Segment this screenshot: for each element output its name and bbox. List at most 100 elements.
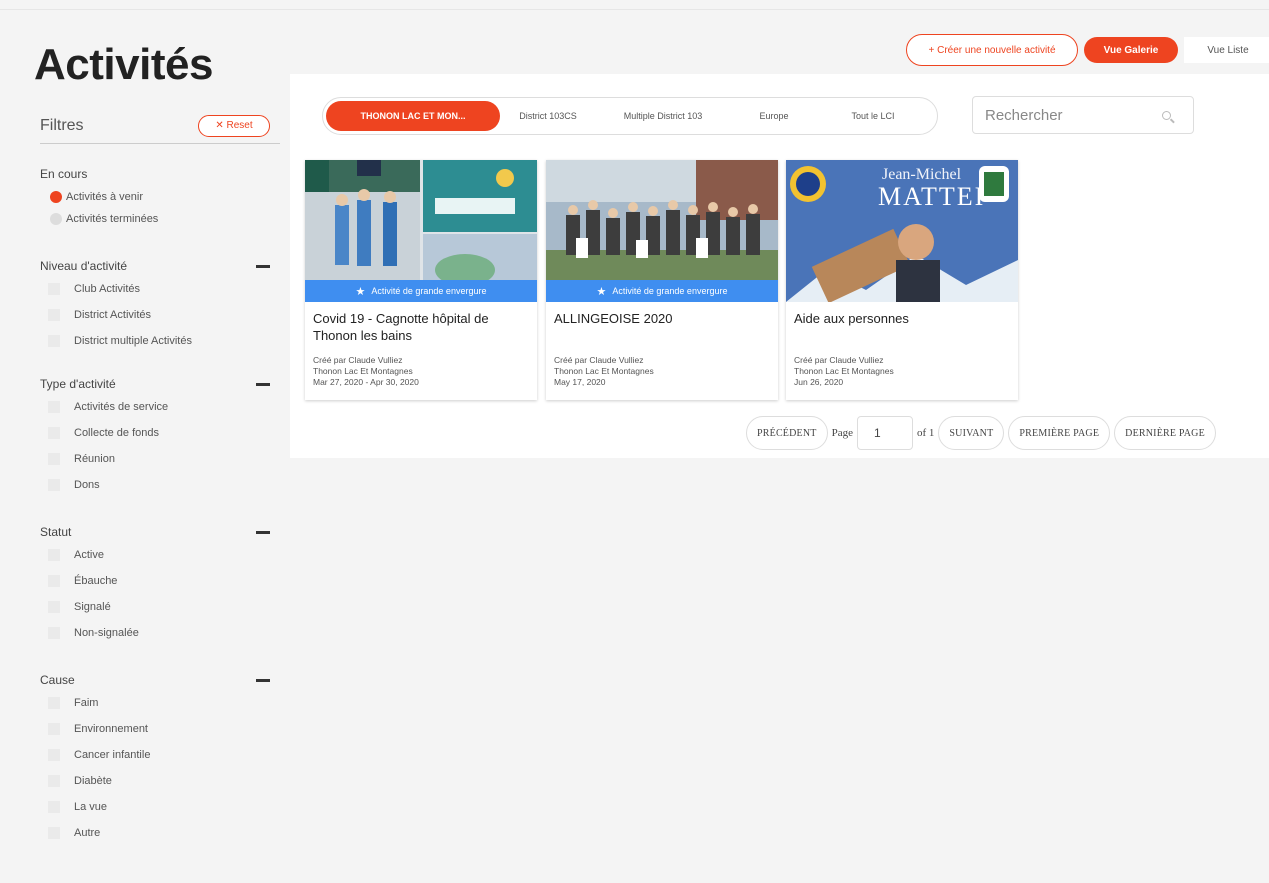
section-title: Cause <box>40 673 75 687</box>
search-box <box>972 96 1194 134</box>
reset-filters-button[interactable]: ✕ Reset <box>198 114 270 137</box>
filter-option[interactable]: Active <box>40 542 280 568</box>
filters-sidebar: Filtres ✕ Reset En cours Activités à ven… <box>40 112 280 846</box>
scope-tab-club[interactable]: THONON LAC ET MON... <box>326 101 500 131</box>
checkbox[interactable] <box>48 335 60 347</box>
filter-option[interactable]: District Activités <box>40 302 280 328</box>
checkbox[interactable] <box>48 309 60 321</box>
filter-section-cause: Cause Faim Environnement Cancer infantil… <box>40 670 280 846</box>
section-title: Niveau d'activité <box>40 259 127 273</box>
collapse-icon[interactable] <box>256 382 270 386</box>
filter-option-finished[interactable]: Activités terminées <box>40 206 280 232</box>
first-page-button[interactable]: PREMIÈRE PAGE <box>1008 416 1111 450</box>
checkbox[interactable] <box>48 549 60 561</box>
card-club: Thonon Lac Et Montagnes <box>313 366 413 376</box>
featured-banner: ★ Activité de grande envergure <box>546 280 778 302</box>
card-meta: Créé par Claude Vulliez Thonon Lac Et Mo… <box>554 355 654 388</box>
checkbox[interactable] <box>48 401 60 413</box>
card-author: Créé par Claude Vulliez <box>794 355 884 365</box>
card-author: Créé par Claude Vulliez <box>313 355 403 365</box>
filter-option[interactable]: Non-signalée <box>40 620 280 646</box>
radio-selected-icon[interactable] <box>50 191 62 203</box>
checkbox[interactable] <box>48 627 60 639</box>
checkbox[interactable] <box>48 283 60 295</box>
filter-option[interactable]: Réunion <box>40 446 280 472</box>
checkbox[interactable] <box>48 479 60 491</box>
last-page-button[interactable]: DERNIÈRE PAGE <box>1114 416 1216 450</box>
filter-option[interactable]: La vue <box>40 794 280 820</box>
filter-section-en-cours: En cours Activités à venir Activités ter… <box>40 164 280 232</box>
page-count-label: of 1 <box>916 427 935 439</box>
browser-top-strip <box>0 0 1269 10</box>
filters-header: Filtres ✕ Reset <box>40 112 280 144</box>
card-meta: Créé par Claude Vulliez Thonon Lac Et Mo… <box>794 355 894 388</box>
pagination: PRÉCÉDENT Page of 1 SUIVANT PREMIÈRE PAG… <box>746 416 1216 450</box>
filters-title: Filtres <box>40 116 84 134</box>
filter-option[interactable]: Collecte de fonds <box>40 420 280 446</box>
checkbox[interactable] <box>48 801 60 813</box>
scope-tab-all-lci[interactable]: Tout le LCI <box>818 101 928 131</box>
checkbox[interactable] <box>48 697 60 709</box>
checkbox[interactable] <box>48 775 60 787</box>
search-input[interactable] <box>985 106 1155 124</box>
filter-section-statut: Statut Active Ébauche Signalé Non-signal… <box>40 522 280 646</box>
card-body: Aide aux personnes <box>786 302 1018 335</box>
radio-icon[interactable] <box>50 213 62 225</box>
filter-option[interactable]: Club Activités <box>40 276 280 302</box>
section-title: En cours <box>40 167 88 181</box>
filter-option[interactable]: Activités de service <box>40 394 280 420</box>
card-author: Créé par Claude Vulliez <box>554 355 644 365</box>
card-meta: Créé par Claude Vulliez Thonon Lac Et Mo… <box>313 355 419 388</box>
previous-page-button[interactable]: PRÉCÉDENT <box>746 416 828 450</box>
filter-option[interactable]: Autre <box>40 820 280 846</box>
gallery-view-button[interactable]: Vue Galerie <box>1084 37 1178 63</box>
activity-card[interactable]: ★ Activité de grande envergure Covid 19 -… <box>305 160 537 400</box>
page-label: Page <box>831 427 853 439</box>
filter-option[interactable]: District multiple Activités <box>40 328 280 354</box>
activity-image: ★ Activité de grande envergure <box>305 160 537 302</box>
filter-option[interactable]: Diabète <box>40 768 280 794</box>
list-view-button[interactable]: Vue Liste <box>1184 37 1269 63</box>
scope-tab-multiple-district[interactable]: Multiple District 103 <box>596 101 730 131</box>
scope-tabs: THONON LAC ET MON... District 103CS Mult… <box>322 97 938 135</box>
checkbox[interactable] <box>48 723 60 735</box>
filter-option[interactable]: Faim <box>40 690 280 716</box>
activity-image: Jean-Michel MATTEI <box>786 160 1018 302</box>
filter-option[interactable]: Dons <box>40 472 280 498</box>
checkbox[interactable] <box>48 575 60 587</box>
filter-option[interactable]: Cancer infantile <box>40 742 280 768</box>
create-activity-button[interactable]: + Créer une nouvelle activité <box>906 34 1078 66</box>
filter-section-type: Type d'activité Activités de service Col… <box>40 374 280 498</box>
filter-option[interactable]: Ébauche <box>40 568 280 594</box>
filter-option[interactable]: Environnement <box>40 716 280 742</box>
filter-section-niveau: Niveau d'activité Club Activités Distric… <box>40 256 280 354</box>
card-club: Thonon Lac Et Montagnes <box>554 366 654 376</box>
card-title: Aide aux personnes <box>794 311 909 326</box>
card-dates: May 17, 2020 <box>554 377 606 387</box>
star-icon: ★ <box>355 285 366 298</box>
card-body: Covid 19 - Cagnotte hôpital de Thonon le… <box>305 302 537 352</box>
activity-card[interactable]: ★ Activité de grande envergure ALLINGEOIS… <box>546 160 778 400</box>
next-page-button[interactable]: SUIVANT <box>938 416 1005 450</box>
filter-option[interactable]: Signalé <box>40 594 280 620</box>
card-title: Covid 19 - Cagnotte hôpital de Thonon le… <box>313 311 489 343</box>
checkbox[interactable] <box>48 749 60 761</box>
search-icon[interactable] <box>1162 111 1171 120</box>
scope-tab-europe[interactable]: Europe <box>730 101 818 131</box>
scope-tab-district[interactable]: District 103CS <box>500 101 596 131</box>
checkbox[interactable] <box>48 601 60 613</box>
card-dates: Mar 27, 2020 - Apr 30, 2020 <box>313 377 419 387</box>
card-dates: Jun 26, 2020 <box>794 377 844 387</box>
collapse-icon[interactable] <box>256 530 270 534</box>
activity-card[interactable]: Jean-Michel MATTEI Aide aux personnes Cr… <box>786 160 1018 400</box>
collapse-icon[interactable] <box>256 678 270 682</box>
featured-banner: ★ Activité de grande envergure <box>305 280 537 302</box>
activity-image: ★ Activité de grande envergure <box>546 160 778 302</box>
checkbox[interactable] <box>48 827 60 839</box>
card-club: Thonon Lac Et Montagnes <box>794 366 894 376</box>
checkbox[interactable] <box>48 453 60 465</box>
page-number-input[interactable] <box>856 416 913 450</box>
checkbox[interactable] <box>48 427 60 439</box>
poster-name-last: MATTEI <box>878 182 986 211</box>
collapse-icon[interactable] <box>256 264 270 268</box>
